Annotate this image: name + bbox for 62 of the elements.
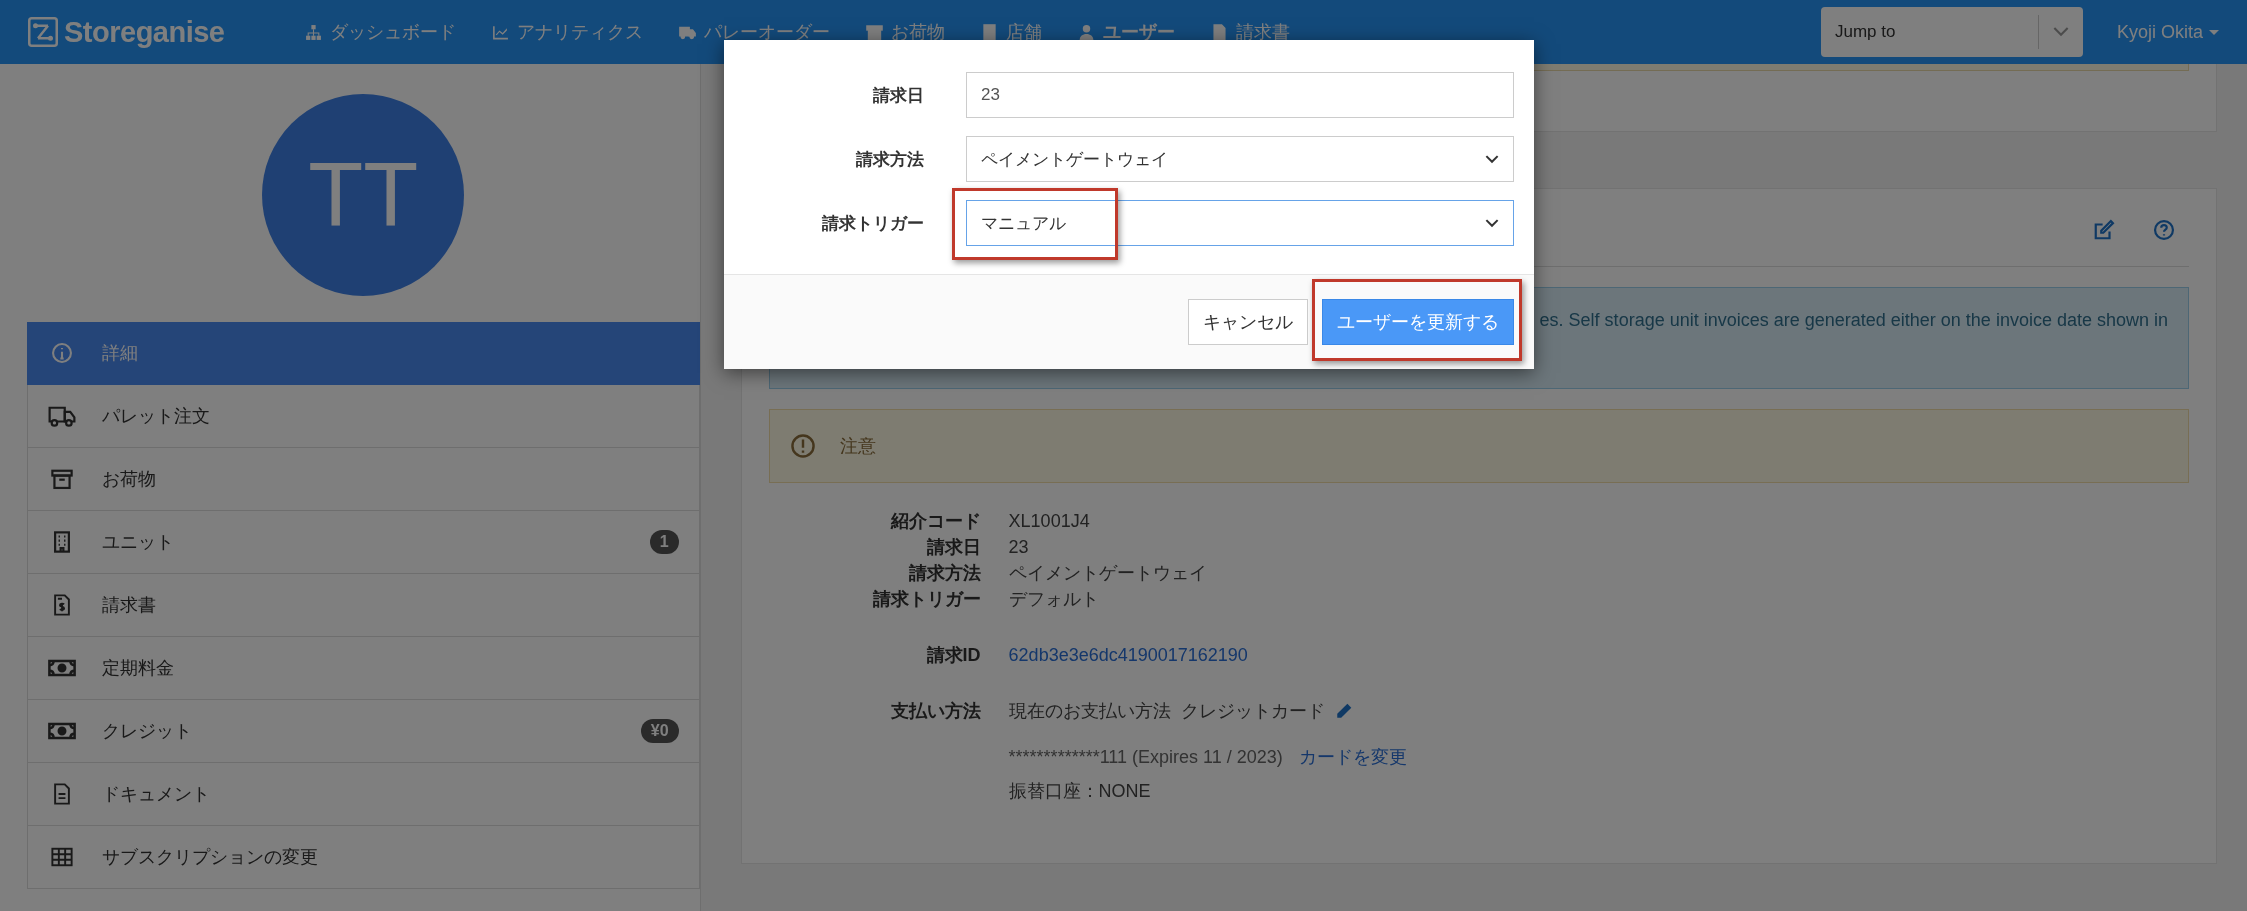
chevron-down-icon xyxy=(1485,154,1499,164)
count-badge: ¥0 xyxy=(640,719,679,743)
nav-link[interactable]: パレーオーダー xyxy=(678,20,830,44)
banknote-icon xyxy=(48,720,76,742)
field-label: 請求方法 xyxy=(855,148,924,171)
count-badge: 1 xyxy=(649,530,679,554)
sidebar-item[interactable]: ユニット 1 xyxy=(27,511,700,574)
detail-value: デフォルト xyxy=(1008,588,1100,611)
chevron-down-icon xyxy=(2052,26,2069,38)
edit-icon[interactable] xyxy=(2093,218,2115,241)
sidebar-item[interactable]: クレジット ¥0 xyxy=(27,700,700,763)
chart-icon xyxy=(491,23,509,41)
sidebar-item[interactable]: 請求書 xyxy=(27,574,700,637)
nav-link[interactable]: 店舗 xyxy=(980,20,1042,44)
nav-link[interactable]: お荷物 xyxy=(865,20,945,44)
field-label: 請求トリガー xyxy=(821,212,924,235)
payment-method-text: 現在のお支払い方法 クレジットカード xyxy=(1008,700,1325,723)
banknote-icon xyxy=(48,657,76,679)
detail-value: XL1001J4 xyxy=(1008,510,1091,533)
sidebar-item[interactable]: お荷物 xyxy=(27,448,700,511)
input-field[interactable]: 23 xyxy=(966,72,1514,118)
detail-value: 23 xyxy=(1008,536,1030,559)
sidebar-item[interactable]: パレット注文 xyxy=(27,385,700,448)
pencil-icon[interactable] xyxy=(1334,702,1353,720)
detail-value: ペイメントゲートウェイ xyxy=(1008,562,1208,585)
select-field[interactable]: マニュアル xyxy=(966,200,1514,246)
help-icon[interactable] xyxy=(2153,218,2175,241)
sidebar-item[interactable]: サブスクリプションの変更 xyxy=(27,826,700,889)
detail-label: 請求日 xyxy=(925,536,981,559)
sidebar-item[interactable]: 定期料金 xyxy=(27,637,700,700)
grid-icon xyxy=(48,846,76,868)
submit-button[interactable]: ユーザーを更新する xyxy=(1322,299,1514,345)
detail-label: 支払い方法 xyxy=(889,700,981,723)
sidebar-item[interactable]: 詳細 xyxy=(27,322,700,385)
nav-link[interactable]: 請求書 xyxy=(1210,20,1290,44)
detail-label: 請求方法 xyxy=(907,562,981,585)
logo-icon xyxy=(28,17,58,47)
sitemap-icon xyxy=(304,23,322,41)
card-number-text: *************111 (Expires 11 / 2023) xyxy=(1008,746,1283,769)
detail-label: 請求ID xyxy=(925,644,981,667)
storeganise-logo[interactable]: Storeganise xyxy=(28,15,225,49)
transfer-account-text: 振替口座：NONE xyxy=(1008,780,1151,803)
truck-icon xyxy=(48,405,76,427)
logo-wordmark: Storeganise xyxy=(64,15,225,49)
sidebar-item[interactable]: ドキュメント xyxy=(27,763,700,826)
alert-text: es. Self storage unit invoices are generated either on the invoice date shown in xyxy=(1539,310,2168,330)
nav-link[interactable]: アナリティクス xyxy=(491,20,643,44)
jump-to-select[interactable]: Jump to xyxy=(1820,7,2083,57)
detail-label: 紹介コード xyxy=(889,510,981,533)
user-menu[interactable]: Kyoji Okita xyxy=(2116,21,2219,43)
nav-link[interactable]: ダッシュボード xyxy=(304,20,456,44)
change-card-link[interactable]: カードを変更 xyxy=(1298,745,1407,769)
detail-label: 請求トリガー xyxy=(871,588,981,611)
nav-link[interactable]: ユーザー xyxy=(1077,20,1175,44)
chevron-down-icon xyxy=(1485,218,1499,228)
billing-id-link[interactable]: 62db3e3e6dc4190017162190 xyxy=(1008,643,1407,667)
avatar: TT xyxy=(262,94,465,296)
select-field[interactable]: ペイメントゲートウェイ xyxy=(966,136,1514,182)
exclamation-icon xyxy=(789,433,816,459)
field-label: 請求日 xyxy=(872,84,924,107)
cancel-button[interactable]: キャンセル xyxy=(1188,299,1308,345)
notice-title: 注意 xyxy=(839,435,876,458)
